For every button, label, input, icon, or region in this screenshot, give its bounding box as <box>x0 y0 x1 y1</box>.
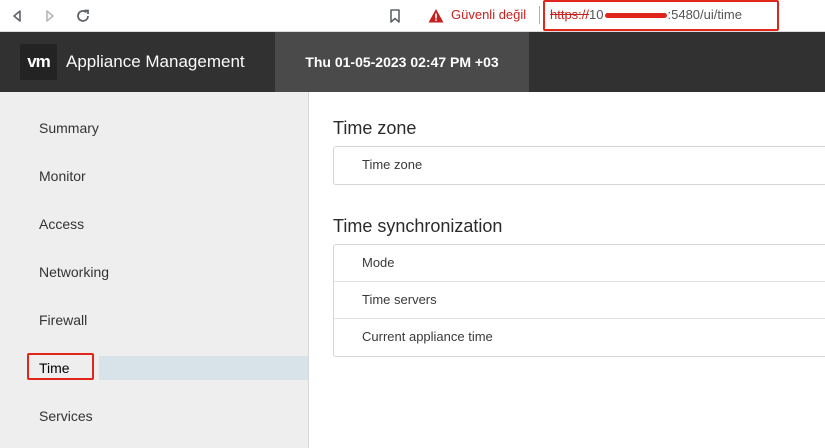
url-separator <box>539 6 540 24</box>
sidebar-item-summary[interactable]: Summary <box>0 116 308 140</box>
app-title: Appliance Management <box>66 52 245 71</box>
time-servers-row: Time servers <box>334 282 825 319</box>
sidebar-item-label: Firewall <box>39 312 88 328</box>
warning-icon[interactable] <box>427 7 445 25</box>
sidebar-item-label: Services <box>39 408 93 424</box>
mode-row: Mode <box>334 245 825 282</box>
vmware-logo: vm <box>20 44 57 80</box>
time-highlight-box <box>27 353 94 380</box>
sidebar-item-monitor[interactable]: Monitor <box>0 164 308 188</box>
back-icon[interactable] <box>6 5 28 27</box>
sync-section-title: Time synchronization <box>333 216 503 236</box>
security-warning-text[interactable]: Güvenli değil <box>451 7 526 23</box>
header-datetime: Thu 01-05-2023 02:47 PM +03 <box>275 32 529 92</box>
timezone-card: Time zone <box>333 146 825 185</box>
sidebar-nav: Summary Monitor Access Networking Firewa… <box>0 92 309 448</box>
timezone-row: Time zone <box>362 157 423 172</box>
sidebar-item-label: Summary <box>39 120 99 136</box>
sidebar-item-label: Access <box>39 216 85 232</box>
sidebar-item-label: Networking <box>39 264 110 280</box>
app-header: vm Appliance Management Thu 01-05-2023 0… <box>0 32 825 92</box>
forward-icon[interactable] <box>39 5 61 27</box>
sidebar-item-time-highlight[interactable] <box>99 356 308 380</box>
url-highlight-box <box>543 0 779 31</box>
bookmark-icon[interactable] <box>384 5 406 27</box>
current-time-row: Current appliance time <box>362 329 493 344</box>
sync-card: Mode Time servers Current appliance time <box>333 244 825 357</box>
sidebar-item-networking[interactable]: Networking <box>0 260 308 284</box>
sidebar-item-label: Monitor <box>39 168 86 184</box>
reload-icon[interactable] <box>72 5 94 27</box>
sidebar-item-services[interactable]: Services <box>0 404 308 428</box>
main-content: Time zone Time zone Time synchronization… <box>309 92 825 448</box>
browser-toolbar: Güvenli değil https://10:5480/ui/time <box>0 0 825 32</box>
sidebar-item-firewall[interactable]: Firewall <box>0 308 308 332</box>
sidebar-item-access[interactable]: Access <box>0 212 308 236</box>
timezone-section-title: Time zone <box>333 118 417 138</box>
